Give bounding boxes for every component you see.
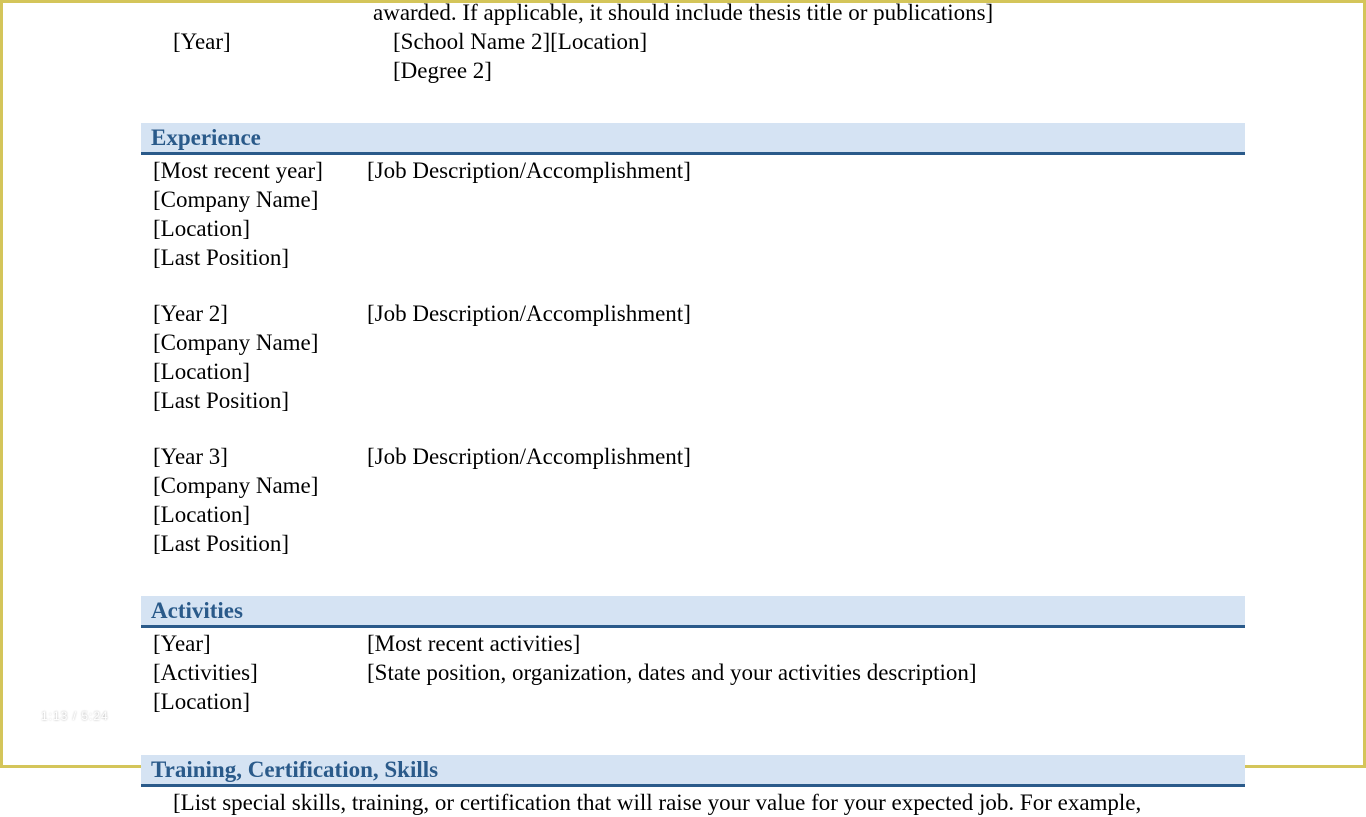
document-page: awarded. If applicable, it should includ… [3, 0, 1363, 817]
education-year2: [Year] [173, 28, 393, 57]
exp-position: [Last Position] [153, 530, 367, 559]
exp-year: [Year 2] [153, 300, 367, 329]
experience-entry: [Most recent year] [Company Name] [Locat… [153, 157, 1223, 272]
video-timestamp: 1:13 / 5:24 [41, 709, 109, 723]
exp-company: [Company Name] [153, 472, 367, 501]
act-location: [Location] [153, 688, 367, 717]
experience-heading: Experience [141, 123, 1245, 155]
exp-year: [Year 3] [153, 443, 367, 472]
activities-body: [Year] [Activities] [Location] [Most rec… [3, 628, 1363, 716]
exp-position: [Last Position] [153, 244, 367, 273]
exp-location: [Location] [153, 215, 367, 244]
training-desc: [List special skills, training, or certi… [173, 789, 1223, 817]
exp-year: [Most recent year] [153, 157, 367, 186]
activities-entry: [Year] [Activities] [Location] [Most rec… [153, 630, 1223, 716]
experience-entry: [Year 2] [Company Name] [Location] [Last… [153, 300, 1223, 415]
education-location2: [Location] [550, 29, 647, 54]
act-state: [State position, organization, dates and… [367, 659, 1223, 688]
exp-position: [Last Position] [153, 387, 367, 416]
experience-entry: [Year 3] [Company Name] [Location] [Last… [153, 443, 1223, 558]
act-name: [Activities] [153, 659, 367, 688]
education-degree2: [Degree 2] [393, 57, 1223, 86]
education-partial: awarded. If applicable, it should includ… [3, 0, 1363, 85]
education-school2: [School Name 2] [393, 29, 550, 54]
exp-desc: [Job Description/Accomplishment] [367, 300, 1223, 329]
exp-company: [Company Name] [153, 186, 367, 215]
activities-heading: Activities [141, 596, 1245, 628]
exp-location: [Location] [153, 358, 367, 387]
training-body: [List special skills, training, or certi… [3, 787, 1363, 817]
experience-body: [Most recent year] [Company Name] [Locat… [3, 155, 1363, 558]
training-heading: Training, Certification, Skills [141, 755, 1245, 787]
exp-desc: [Job Description/Accomplishment] [367, 157, 1223, 186]
exp-desc: [Job Description/Accomplishment] [367, 443, 1223, 472]
act-recent: [Most recent activities] [367, 630, 1223, 659]
exp-company: [Company Name] [153, 329, 367, 358]
education-desc-cutoff: awarded. If applicable, it should includ… [373, 0, 1223, 28]
act-year: [Year] [153, 630, 367, 659]
exp-location: [Location] [153, 501, 367, 530]
